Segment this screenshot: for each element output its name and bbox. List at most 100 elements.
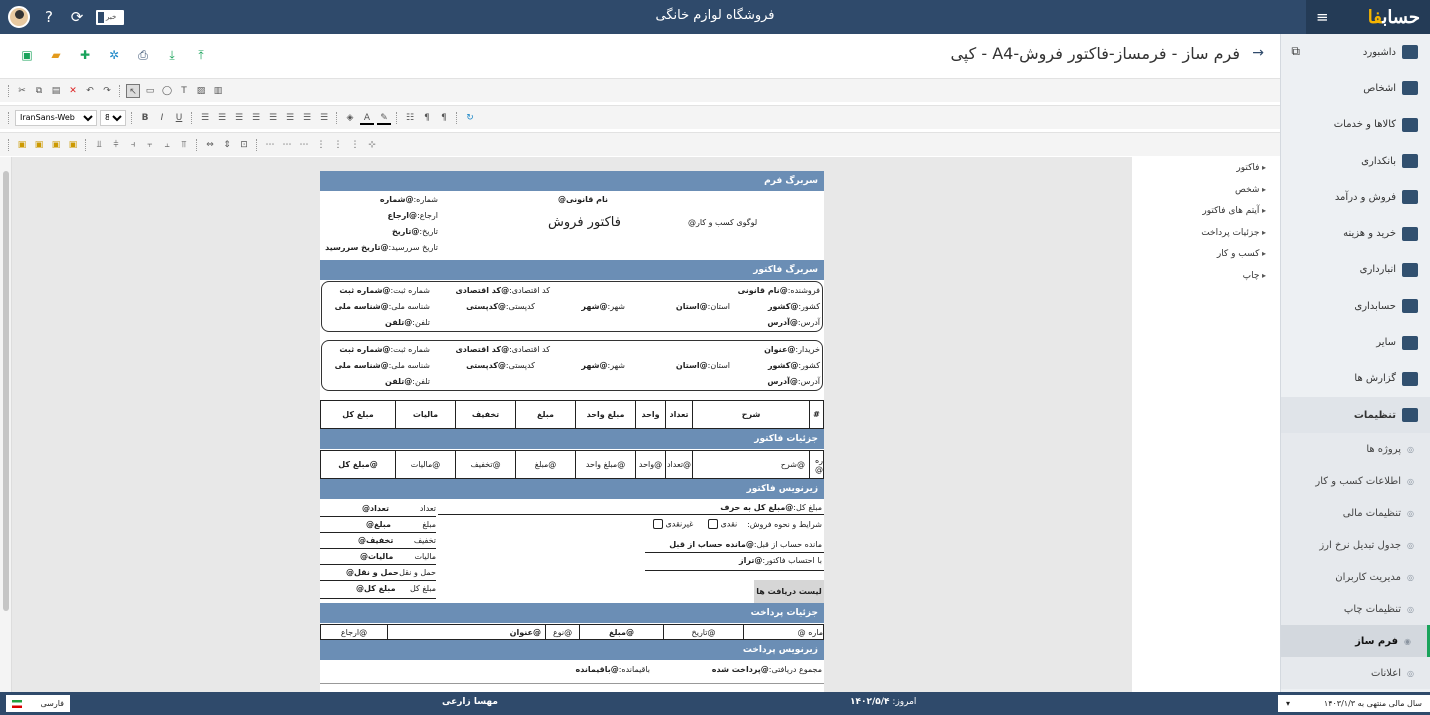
tree-item[interactable]: فاکتور: [1132, 161, 1266, 183]
text-icon[interactable]: T: [177, 84, 191, 98]
invoice-title[interactable]: فاکتور فروش: [548, 215, 621, 230]
national-id-field[interactable]: شناسه ملی:@شناسه ملی: [335, 302, 430, 311]
h-spacing-inc-icon[interactable]: ⋯: [280, 138, 294, 152]
font-select[interactable]: IranSans-Web: [15, 109, 97, 126]
v-spacing-dec-icon[interactable]: ⋮: [348, 138, 362, 152]
fill-color-icon[interactable]: ◈: [343, 111, 357, 125]
tree-item[interactable]: شخص: [1132, 183, 1266, 205]
bold-icon[interactable]: B: [138, 111, 152, 125]
italic-icon[interactable]: I: [155, 111, 169, 125]
band-footer[interactable]: زیرنویس فاکتور: [320, 479, 824, 499]
valign-middle-icon[interactable]: ☰: [283, 111, 297, 125]
totals-box[interactable]: تعداد @تعداد مبلغ @مبلغ تخفیف @تخفیف مالیات…: [320, 501, 436, 599]
same-height-icon[interactable]: ⇕: [220, 138, 234, 152]
sidebar-item-products[interactable]: کالاها و خدمات: [1281, 107, 1430, 143]
bring-forward-icon[interactable]: ▣: [49, 138, 63, 152]
rectangle-icon[interactable]: ▭: [143, 84, 157, 98]
sub-item-form-builder[interactable]: ◉ فرم ساز: [1281, 625, 1430, 658]
due-date-field[interactable]: تاریخ سررسید:@تاریخ سررسید: [325, 243, 438, 252]
same-size-icon[interactable]: ⊡: [237, 138, 251, 152]
align-middles-icon[interactable]: ⫟: [143, 138, 157, 152]
previous-balance-field[interactable]: مانده حساب از قبل:@مانده حساب از قبل: [650, 540, 822, 549]
province-field[interactable]: استان:@استان: [650, 302, 730, 311]
country-field[interactable]: کشور:@کشور: [730, 302, 820, 311]
cash-option[interactable]: نقدی: [708, 519, 737, 529]
sidebar-item-banking[interactable]: بانکداری: [1281, 143, 1430, 179]
rtl-icon[interactable]: ¶: [437, 111, 451, 125]
total-words-field[interactable]: مبلغ کل:@مبلغ کل به حرف: [650, 503, 822, 512]
align-rights-icon[interactable]: ⫠: [160, 138, 174, 152]
ltr-icon[interactable]: ¶: [420, 111, 434, 125]
cut-icon[interactable]: ✂: [15, 84, 29, 98]
h-spacing-dec-icon[interactable]: ⋯: [297, 138, 311, 152]
sub-item-user-management[interactable]: ◎ مدیریت کاربران: [1281, 561, 1430, 593]
remaining-field[interactable]: باقیمانده:@باقیمانده: [520, 665, 650, 674]
postal-code-field[interactable]: کدپستی:@کدپستی: [460, 302, 535, 311]
pointer-icon[interactable]: ↖: [126, 83, 140, 98]
band-details[interactable]: جزئیات فاکتور: [320, 429, 824, 449]
sidebar-item-dashboard[interactable]: داشبورد: [1281, 34, 1430, 70]
band-invoice-header[interactable]: سربرگ فاکتور: [320, 260, 824, 280]
pen-color-icon[interactable]: ✎: [377, 111, 391, 125]
date-field[interactable]: تاریخ:@تاریخ: [338, 227, 438, 236]
vertical-scrollbar[interactable]: [0, 157, 12, 692]
sub-item-currency-table[interactable]: ◎ جدول تبدیل نرخ ارز: [1281, 529, 1430, 561]
gear-icon[interactable]: ✲: [105, 48, 123, 62]
tree-item[interactable]: چاپ: [1132, 269, 1266, 291]
align-center-icon[interactable]: ☰: [215, 111, 229, 125]
city-field[interactable]: شهر:@شهر: [570, 361, 625, 370]
same-width-icon[interactable]: ⇔: [203, 138, 217, 152]
reg-number-field[interactable]: شماره ثبت:@شماره ثبت: [338, 286, 430, 295]
band-payment[interactable]: جزئیات پرداخت: [320, 603, 824, 623]
sidebar-item-reports[interactable]: گزارش ها: [1281, 361, 1430, 397]
reference-field[interactable]: ارجاع:@ارجاع: [338, 211, 438, 220]
align-bottoms-icon[interactable]: ⫫: [92, 138, 106, 152]
redo-icon[interactable]: ↷: [100, 84, 114, 98]
address-field[interactable]: آدرس:@آدرس: [730, 318, 820, 327]
sub-item-projects[interactable]: ◎ پروژه ها: [1281, 433, 1430, 465]
buyer-field[interactable]: خریدار:@عنوان: [730, 345, 820, 354]
print-icon[interactable]: ⎙: [134, 48, 152, 62]
tree-item[interactable]: جزئیات پرداخت: [1132, 226, 1266, 248]
language-select[interactable]: فارسی: [6, 695, 70, 712]
copy-icon[interactable]: ⧉: [32, 84, 46, 98]
paste-icon[interactable]: ▤: [49, 84, 63, 98]
send-back-icon[interactable]: ▣: [32, 138, 46, 152]
number-field[interactable]: شماره:@شماره: [338, 195, 438, 204]
table-row[interactable]: ره @ @شرح @تعداد @واحد @مبلغ واحد @مبلغ …: [320, 450, 824, 479]
phone-field[interactable]: تلفن:@تلفن: [338, 377, 430, 386]
sidebar-item-settings[interactable]: تنظیمات: [1281, 396, 1430, 434]
sidebar-item-purchases[interactable]: خرید و هزینه: [1281, 215, 1430, 251]
underline-icon[interactable]: U: [172, 111, 186, 125]
bring-front-icon[interactable]: ▣: [15, 138, 29, 152]
sidebar-item-warehouse[interactable]: انبارداری: [1281, 252, 1430, 288]
copy-icon[interactable]: ⧉: [1291, 44, 1300, 59]
fiscal-year-select[interactable]: سال مالی منتهی به ۱۴۰۳/۱/۳ ▾: [1278, 695, 1430, 712]
seller-field[interactable]: فروشنده:@نام قانونی: [730, 286, 820, 295]
app-logo[interactable]: حسابفا: [1368, 7, 1420, 28]
tree-item[interactable]: آیتم های فاکتور: [1132, 204, 1266, 226]
address-field[interactable]: آدرس:@آدرس: [730, 377, 820, 386]
econ-code-field[interactable]: کد اقتصادی:@کد اقتصادی: [455, 345, 550, 354]
phone-field[interactable]: تلفن:@تلفن: [338, 318, 430, 327]
delete-icon[interactable]: ✕: [66, 84, 80, 98]
align-lefts-icon[interactable]: ⫞: [126, 138, 140, 152]
valign-bottom-icon[interactable]: ☰: [300, 111, 314, 125]
open-folder-icon[interactable]: ▰: [47, 48, 65, 62]
align-right-icon[interactable]: ☰: [232, 111, 246, 125]
align-left-icon[interactable]: ☰: [198, 111, 212, 125]
sub-item-notifications[interactable]: ◎ اعلانات: [1281, 657, 1430, 689]
logo-field[interactable]: @لوگوی کسب و کار: [688, 218, 757, 227]
back-arrow-icon[interactable]: →: [1252, 45, 1264, 61]
upload-icon[interactable]: ⤒: [192, 48, 210, 62]
national-id-field[interactable]: شناسه ملی:@شناسه ملی: [335, 361, 430, 370]
band-payment-footer[interactable]: زیرنویس پرداخت: [320, 640, 824, 660]
country-field[interactable]: کشور:@کشور: [730, 361, 820, 370]
band-header[interactable]: سربرگ فرم: [320, 171, 824, 191]
postal-code-field[interactable]: کدپستی:@کدپستی: [460, 361, 535, 370]
sidebar-item-other[interactable]: سایر: [1281, 324, 1430, 360]
noncash-checkbox[interactable]: [653, 519, 663, 529]
barcode-icon[interactable]: ▥: [211, 84, 225, 98]
sidebar-item-sales[interactable]: فروش و درآمد: [1281, 179, 1430, 215]
v-spacing-icon[interactable]: ⋮: [314, 138, 328, 152]
